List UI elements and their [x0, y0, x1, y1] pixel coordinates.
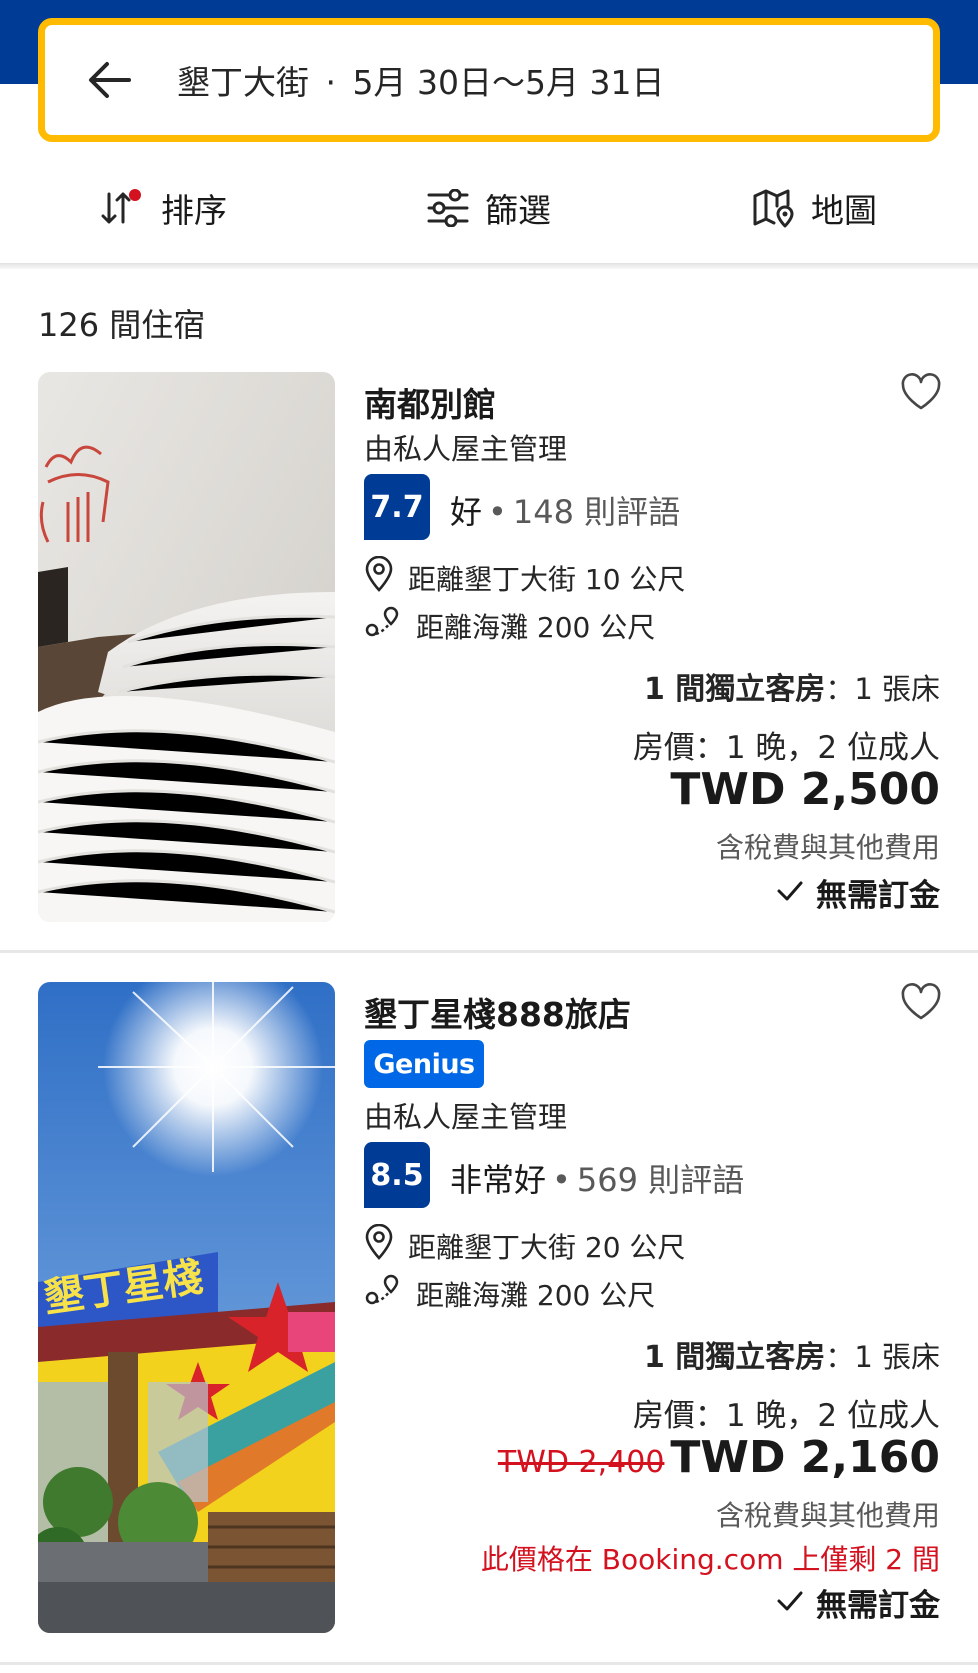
bed-count: 1 張床	[854, 672, 940, 706]
genius-badge: Genius	[364, 1040, 484, 1088]
host-label: 由私人屋主管理	[364, 432, 568, 466]
back-arrow-icon[interactable]	[85, 56, 133, 104]
results-toolbar: 排序 篩選 地圖	[0, 150, 978, 266]
no-deposit-text: 無需訂金	[816, 878, 940, 914]
no-deposit-text: 無需訂金	[816, 1588, 940, 1624]
toolbar-divider	[0, 263, 978, 269]
search-destination: 墾丁大街	[177, 63, 309, 102]
map-icon	[753, 188, 795, 228]
room-info: 1 間獨立客房：1 張床	[643, 1340, 940, 1375]
filter-sliders-icon	[427, 189, 469, 227]
distance-center-text: 距離墾丁大街 20 公尺	[408, 1230, 686, 1264]
distance-beach-row: 距離海灘 200 公尺	[364, 1272, 655, 1315]
distance-beach-row: 距離海灘 200 公尺	[364, 604, 655, 647]
review-score-word: 非常好	[450, 1161, 547, 1199]
results-count: 126 間住宿	[38, 306, 206, 344]
separator-dot: •	[552, 1161, 571, 1199]
review-count: 569 則評語	[576, 1161, 745, 1199]
price: TWD 2,160	[670, 1432, 940, 1483]
sort-icon	[99, 188, 145, 228]
property-card-nandu[interactable]: 南都別館 由私人屋主管理 7.7 好 • 148 則評語 距離墾丁大街 10 公尺 …	[0, 372, 978, 952]
location-pin-icon	[364, 555, 394, 599]
scarcity-message: 此價格在 Booking.com 上僅剩 2 間	[480, 1543, 940, 1576]
distance-center-row: 距離墾丁大街 10 公尺	[364, 555, 686, 599]
distance-beach-text: 距離海灘 200 公尺	[416, 1278, 656, 1312]
tax-note: 含稅費與其他費用	[715, 1499, 940, 1532]
heart-icon[interactable]	[900, 982, 942, 1022]
review-score-badge: 7.7	[364, 474, 430, 540]
review-summary: 好 • 148 則評語	[450, 487, 680, 533]
price-row: TWD 2,400 TWD 2,160	[498, 1432, 940, 1483]
property-name[interactable]: 墾丁星棧888旅店	[364, 988, 631, 1036]
property-name[interactable]: 南都別館	[364, 378, 496, 426]
host-label: 由私人屋主管理	[364, 1100, 568, 1134]
sort-label: 排序	[161, 191, 227, 230]
review-score-word: 好	[450, 493, 483, 531]
property-card-xingzhan888[interactable]: 墾丁星棧 墾丁星棧888旅店 Genius 由私人屋主管理 8.5 非常好 • …	[0, 982, 978, 1642]
stay-details: 房價：1 晚，2 位成人	[632, 730, 940, 766]
no-deposit-row: 無需訂金	[776, 1580, 940, 1625]
route-pins-icon	[364, 1272, 402, 1315]
location-pin-icon	[364, 1223, 394, 1267]
heart-icon[interactable]	[900, 372, 942, 412]
review-summary: 非常好 • 569 則評語	[450, 1155, 744, 1201]
search-dates: 5月 30日〜5月 31日	[352, 63, 665, 102]
distance-beach-text: 距離海灘 200 公尺	[416, 610, 656, 644]
map-label: 地圖	[811, 191, 877, 230]
room-type: 1 間獨立客房	[643, 1340, 826, 1375]
room-info: 1 間獨立客房：1 張床	[643, 672, 940, 707]
distance-center-row: 距離墾丁大街 20 公尺	[364, 1223, 686, 1267]
price: TWD 2,500	[670, 764, 940, 815]
search-summary-bar[interactable]: 墾丁大街 · 5月 30日〜5月 31日	[38, 18, 940, 142]
review-count: 148 則評語	[512, 493, 681, 531]
stay-details: 房價：1 晚，2 位成人	[632, 1398, 940, 1434]
property-photo[interactable]	[38, 372, 335, 922]
separator-dot: •	[488, 493, 507, 531]
filter-label: 篩選	[485, 191, 551, 230]
original-price: TWD 2,400	[497, 1445, 665, 1480]
tax-note: 含稅費與其他費用	[715, 831, 940, 864]
search-summary-text[interactable]: 墾丁大街 · 5月 30日〜5月 31日	[177, 56, 664, 104]
map-button[interactable]: 地圖	[652, 150, 978, 266]
distance-center-text: 距離墾丁大街 10 公尺	[408, 562, 686, 596]
search-separator: ·	[325, 63, 337, 102]
room-type: 1 間獨立客房	[643, 672, 826, 707]
card-divider	[0, 950, 978, 953]
review-score-badge: 8.5	[364, 1142, 430, 1208]
filter-button[interactable]: 篩選	[326, 150, 652, 266]
checkmark-icon	[776, 875, 804, 911]
card-divider	[0, 1662, 978, 1665]
route-pins-icon	[364, 604, 402, 647]
property-photo[interactable]: 墾丁星棧	[38, 982, 335, 1633]
checkmark-icon	[776, 1585, 804, 1621]
bed-count: 1 張床	[854, 1340, 940, 1374]
no-deposit-row: 無需訂金	[776, 870, 940, 915]
sort-button[interactable]: 排序	[0, 150, 326, 266]
